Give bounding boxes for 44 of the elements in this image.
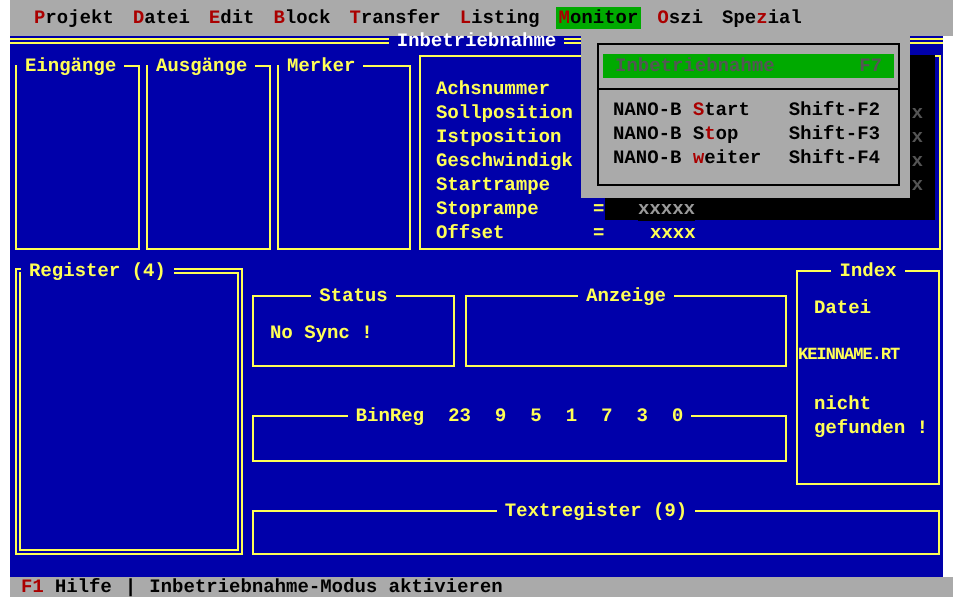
axis-label: Offset <box>436 221 506 245</box>
window-title: Inbetriebnahme <box>396 29 558 53</box>
panel-title: BinReg 23 9 5 1 7 3 0 <box>354 405 684 427</box>
help-key: F1 <box>21 577 44 597</box>
axis-value: x <box>912 101 923 125</box>
panel-title: Anzeige <box>585 285 667 307</box>
menu-item[interactable]: Edit <box>206 7 258 29</box>
menu-option[interactable]: NANO-B Stop Shift-F3 <box>613 122 884 146</box>
equals-sign: = <box>593 197 606 221</box>
panel-title: Ausgänge <box>155 55 248 77</box>
equals-sign: = <box>593 221 606 245</box>
status-text: No Sync ! <box>270 321 374 345</box>
index-label: Datei <box>814 296 872 320</box>
menu-item[interactable]: Transfer <box>346 7 444 29</box>
axis-value: x <box>912 173 923 197</box>
panel-title: Merker <box>286 55 356 77</box>
panel-title: Status <box>318 285 389 307</box>
menu-item[interactable]: Monitor <box>556 7 642 29</box>
menu-item[interactable]: Projekt <box>31 7 117 29</box>
axis-label: Startrampe <box>436 173 552 197</box>
axis-label: Sollposition <box>436 101 574 125</box>
index-message: nicht gefunden ! <box>814 392 929 440</box>
axis-value: xxxx <box>650 221 696 245</box>
separator: | <box>124 577 136 597</box>
axis-label: Achsnummer <box>436 77 552 101</box>
panel-title: Register (4) <box>28 260 167 282</box>
panel-title: Eingänge <box>24 55 118 77</box>
panel-title: Textregister (9) <box>504 500 688 522</box>
menu-item[interactable]: Oszi <box>654 7 706 29</box>
menu-item[interactable]: Listing <box>456 7 543 29</box>
file-name: KEINNAME.RT <box>798 345 901 367</box>
axis-label: Istposition <box>436 125 562 149</box>
axis-value: x <box>912 149 923 173</box>
axis-value: x <box>912 125 923 149</box>
status-message: Inbetriebnahme-Modus aktivieren <box>149 577 503 597</box>
menu-option[interactable]: NANO-B weiter Shift-F4 <box>613 146 884 170</box>
help-label: Hilfe <box>54 577 112 597</box>
menu-item[interactable]: Datei <box>130 7 193 29</box>
menu-option[interactable]: NANO-B Start Shift-F2 <box>613 98 884 122</box>
menu-item[interactable]: Spezial <box>719 7 805 29</box>
menu-item[interactable]: Block <box>270 7 334 29</box>
axis-label: Stoprampe <box>436 197 540 221</box>
axis-label: Geschwindigk <box>436 149 574 173</box>
panel-title: Index <box>838 260 898 282</box>
